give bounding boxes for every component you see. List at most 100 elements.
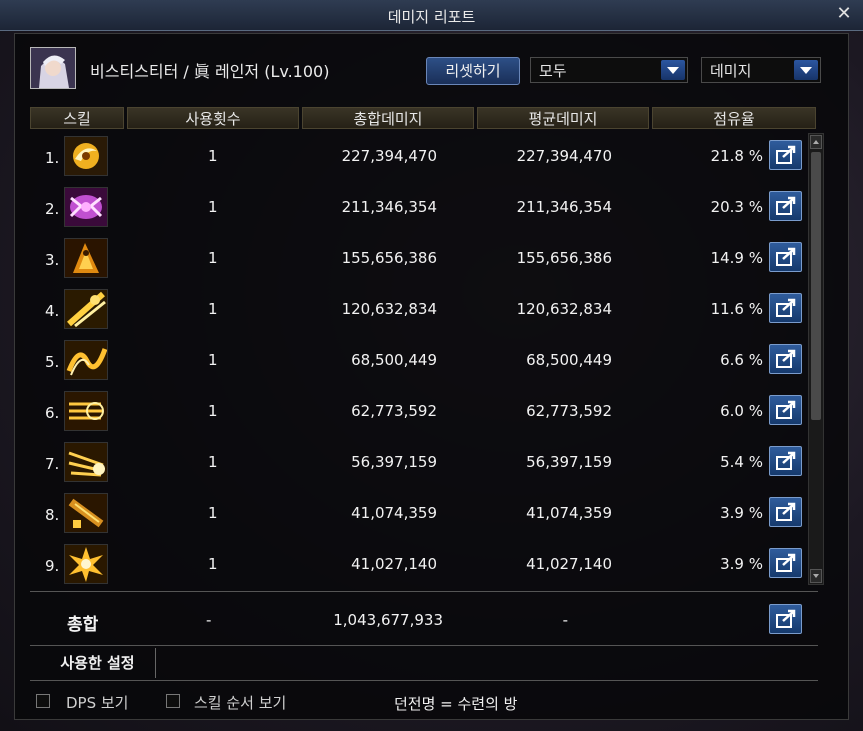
skill-icon-barrage [64,391,108,431]
scroll-down-icon[interactable] [810,569,822,583]
metric-dropdown-value: 데미지 [710,62,752,80]
row-total-damage: 155,656,386 [341,249,437,267]
total-average: - [562,611,568,629]
row-share: 14.9 % [710,249,763,267]
row-share: 20.3 % [710,198,763,216]
total-label: 총합 [67,615,99,635]
row-uses: 1 [208,504,218,522]
row-uses: 1 [208,300,218,318]
dps-checkbox[interactable] [36,694,50,708]
row-rank: 2. [45,200,60,218]
share-button[interactable] [769,191,802,221]
tab-used-settings[interactable]: 사용한 설정 [40,648,156,678]
share-button[interactable] [769,446,802,476]
row-total-damage: 56,397,159 [351,453,437,471]
metric-dropdown[interactable]: 데미지 [701,57,821,83]
bottom-bar: DPS 보기 스킬 순서 보기 던전명 = 수련의 방 [14,690,847,718]
total-uses: - [206,611,212,629]
chevron-down-icon[interactable] [661,60,685,80]
row-total-damage: 62,773,592 [351,402,437,420]
share-button[interactable] [769,140,802,170]
share-button[interactable] [769,242,802,272]
table-scrollbar[interactable] [808,133,824,585]
table-row: 1. 1 227,394,470 227,394,470 21.8 % [30,130,820,181]
scrollbar-thumb[interactable] [811,152,821,420]
row-uses: 1 [208,198,218,216]
table-row: 9. 1 41,027,140 41,027,140 3.9 % [30,538,820,589]
row-rank: 4. [45,302,60,320]
row-share: 3.9 % [720,504,763,522]
table-row: 4. 1 120,632,834 120,632,834 11.6 % [30,283,820,334]
row-rank: 7. [45,455,60,473]
row-uses: 1 [208,555,218,573]
close-icon[interactable]: ✕ [835,5,853,23]
character-avatar [30,47,76,89]
table-row: 8. 1 41,074,359 41,074,359 3.9 % [30,487,820,538]
share-total-button[interactable] [769,604,802,634]
character-name: 비스티스티터 / 眞 레인저 (Lv.100) [90,62,330,81]
share-button[interactable] [769,548,802,578]
share-button[interactable] [769,293,802,323]
row-uses: 1 [208,249,218,267]
table-row: 7. 1 56,397,159 56,397,159 5.4 % [30,436,820,487]
row-rank: 6. [45,404,60,422]
skill-icon-gun [64,493,108,533]
table-row: 5. 1 68,500,449 68,500,449 6.6 % [30,334,820,385]
row-rank: 3. [45,251,60,269]
row-rank: 9. [45,557,60,575]
row-uses: 1 [208,453,218,471]
chevron-down-icon[interactable] [794,60,818,80]
row-average-damage: 211,346,354 [516,198,612,216]
row-average-damage: 62,773,592 [526,402,612,420]
dungeon-name: 던전명 = 수련의 방 [394,695,518,713]
dps-checkbox-label: DPS 보기 [66,694,129,712]
row-average-damage: 41,074,359 [526,504,612,522]
skill-icon-spiral [64,136,108,176]
divider [30,645,818,646]
skill-order-checkbox-label: 스킬 순서 보기 [194,694,287,712]
row-average-damage: 56,397,159 [526,453,612,471]
filter-dropdown-value: 모두 [539,62,567,80]
header-total-damage: 총합데미지 [302,107,474,129]
row-average-damage: 227,394,470 [516,147,612,165]
divider [30,680,818,681]
skill-icon-explosion [64,544,108,584]
share-button[interactable] [769,497,802,527]
row-average-damage: 155,656,386 [516,249,612,267]
row-share: 6.0 % [720,402,763,420]
row-rank: 8. [45,506,60,524]
header-skill: 스킬 [30,107,124,129]
header-uses: 사용횟수 [127,107,299,129]
row-average-damage: 68,500,449 [526,351,612,369]
row-rank: 5. [45,353,60,371]
row-total-damage: 41,027,140 [351,555,437,573]
row-total-damage: 68,500,449 [351,351,437,369]
header-average-damage: 평균데미지 [477,107,649,129]
table-row: 6. 1 62,773,592 62,773,592 6.0 % [30,385,820,436]
row-share: 3.9 % [720,555,763,573]
filter-dropdown[interactable]: 모두 [530,57,688,83]
reset-button[interactable]: 리셋하기 [426,57,520,85]
row-share: 11.6 % [710,300,763,318]
row-total-damage: 120,632,834 [341,300,437,318]
row-uses: 1 [208,147,218,165]
row-share: 21.8 % [710,147,763,165]
skill-icon-purple-burst [64,187,108,227]
skill-icon-shot [64,442,108,482]
skill-icon-wave [64,340,108,380]
skill-order-checkbox[interactable] [166,694,180,708]
row-total-damage: 41,074,359 [351,504,437,522]
window-title: 데미지 리포트 [387,8,476,26]
skill-icon-slash [64,289,108,329]
row-average-damage: 120,632,834 [516,300,612,318]
share-button[interactable] [769,395,802,425]
scroll-up-icon[interactable] [810,135,822,149]
share-button[interactable] [769,344,802,374]
row-total-damage: 227,394,470 [341,147,437,165]
divider [30,591,818,592]
row-share: 5.4 % [720,453,763,471]
title-bar[interactable]: 데미지 리포트 ✕ [0,0,863,31]
total-row: 총합 - 1,043,677,933 - [30,594,820,644]
table-row: 2. 1 211,346,354 211,346,354 20.3 % [30,181,820,232]
total-damage-sum: 1,043,677,933 [333,611,443,629]
